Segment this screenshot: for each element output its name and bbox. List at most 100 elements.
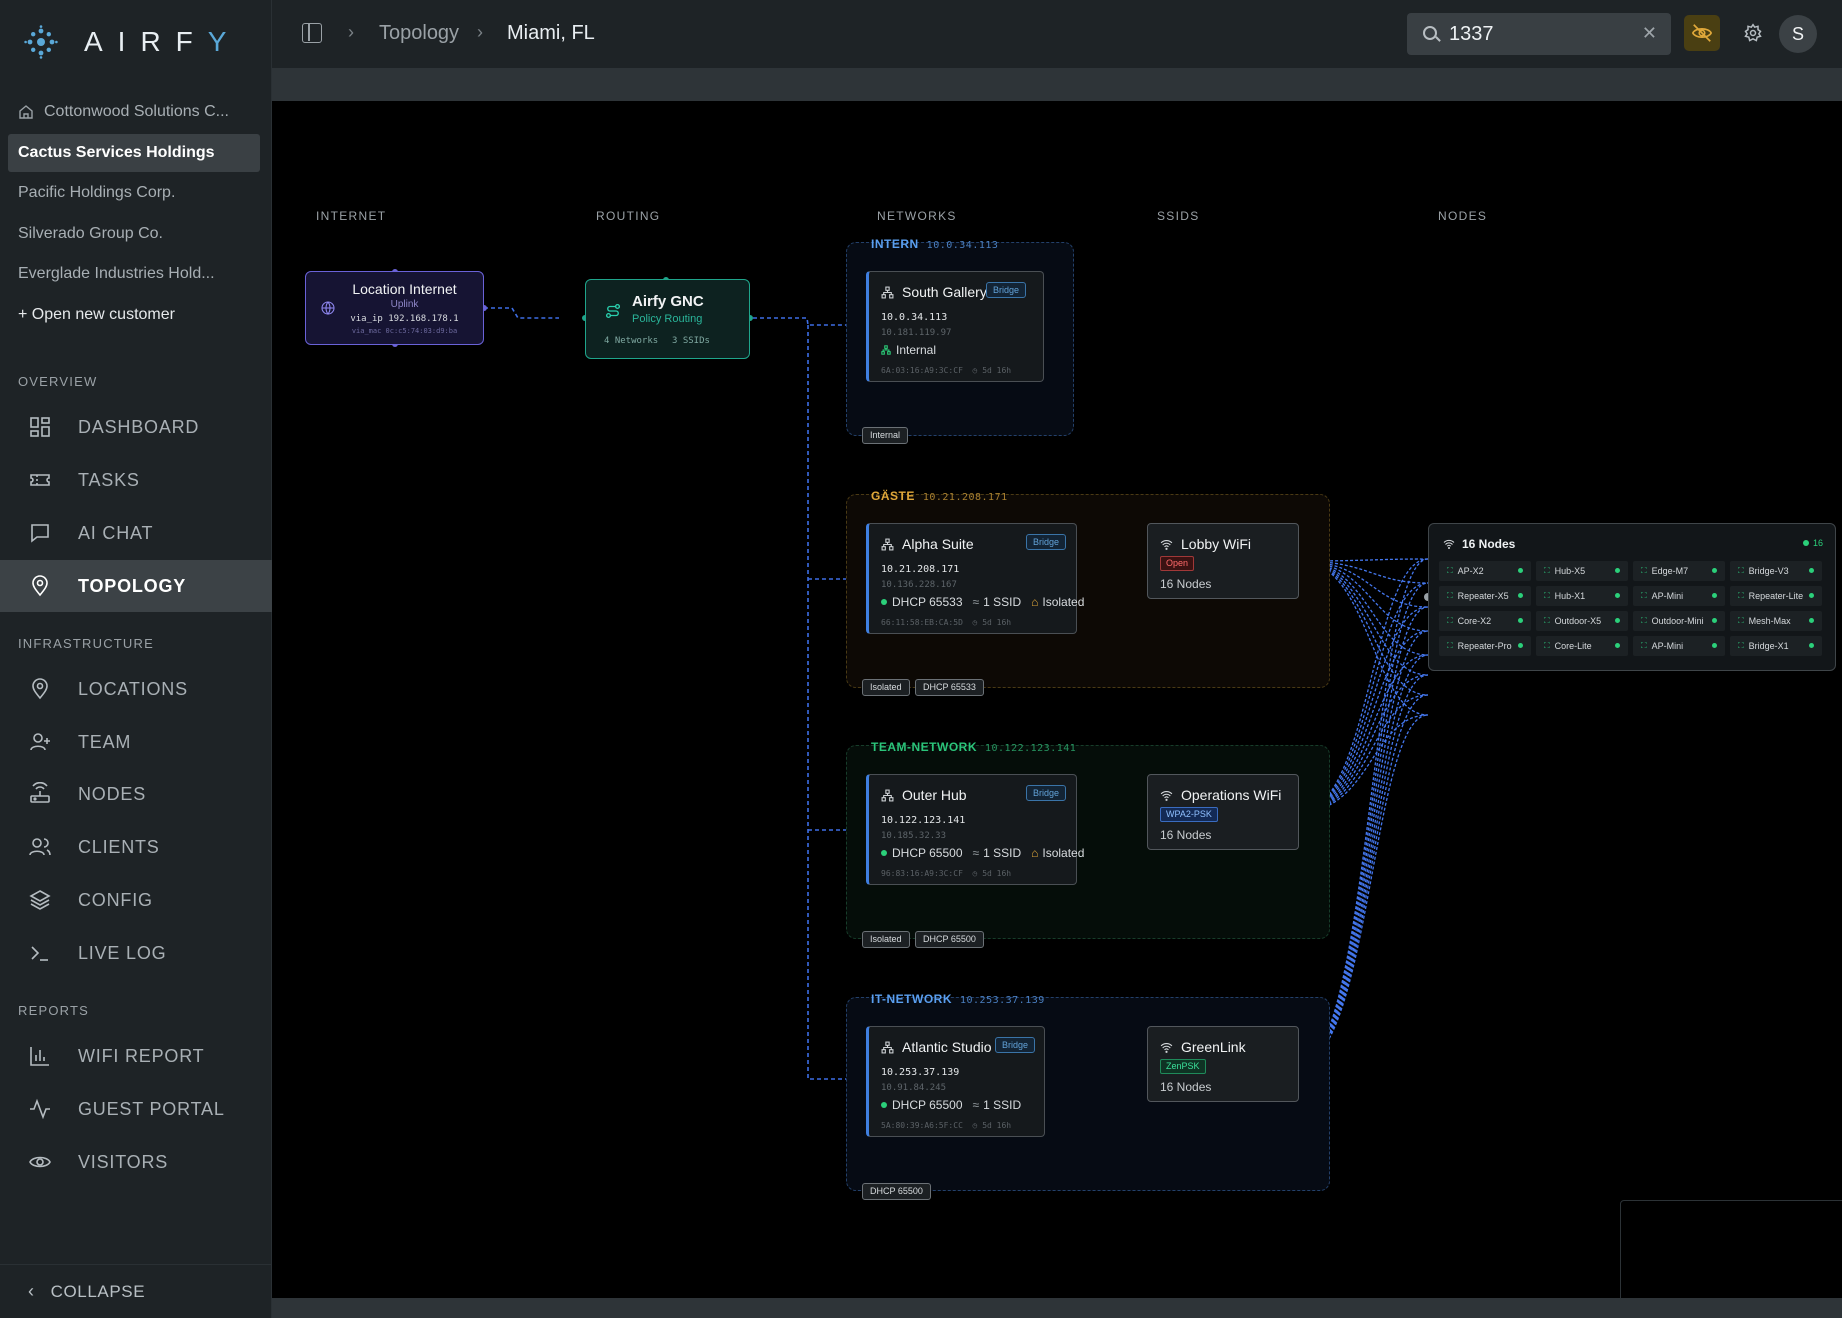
airfy-gnc-node[interactable]: Airfy GNC Policy Routing 4 Networks 3 SS…: [585, 279, 750, 359]
wifi-icon: ≈: [972, 1098, 980, 1112]
node-item[interactable]: ⛶ AP-Mini: [1633, 636, 1725, 656]
group-tag-dhcp: DHCP 65500: [862, 1183, 931, 1200]
nav-clients[interactable]: CLIENTS: [0, 821, 272, 873]
node-name: Repeater-Lite: [1748, 591, 1804, 601]
nav-config[interactable]: CONFIG: [0, 874, 272, 926]
nodes-panel[interactable]: 16 Nodes 16 ⛶ AP-X2 ⛶ Hub-X5 ⛶ Edge-M7 ⛶ Bridge…: [1428, 523, 1836, 671]
search-input[interactable]: [1449, 21, 1629, 47]
network-name: Outer Hub: [902, 787, 967, 803]
node-icon: ⛶: [1738, 641, 1744, 650]
node-item[interactable]: ⛶ AP-X2: [1439, 561, 1531, 581]
node-item[interactable]: ⛶ Bridge-X1: [1730, 636, 1822, 656]
clock-icon: ◷: [972, 869, 978, 878]
app-logo[interactable]: AIRFY: [24, 22, 241, 62]
network-name: Alpha Suite: [902, 536, 974, 552]
node-item[interactable]: ⛶ Bridge-V3: [1730, 561, 1822, 581]
ssid-card-operations-wifi[interactable]: Operations WiFi WPA2-PSK 16 Nodes: [1147, 774, 1299, 850]
node-item[interactable]: ⛶ Edge-M7: [1633, 561, 1725, 581]
dashboard-icon: [30, 417, 50, 437]
user-plus-icon: [30, 733, 50, 751]
topology-canvas[interactable]: INTERNET ROUTING NETWORKS SSIDS NODES Lo…: [272, 101, 1842, 1298]
node-item[interactable]: ⛶ Repeater-X5: [1439, 586, 1531, 606]
nav-locations[interactable]: LOCATIONS: [0, 663, 272, 715]
network-card-alpha-suite[interactable]: Alpha Suite Bridge 10.21.208.171 10.136.…: [866, 523, 1084, 634]
nav-topology[interactable]: TOPOLOGY: [0, 560, 272, 612]
node-item[interactable]: ⛶ Core-Lite: [1536, 636, 1628, 656]
ssid-card-lobby-wifi[interactable]: Lobby WiFi Open 16 Nodes: [1147, 523, 1299, 599]
node-name: AP-Mini: [1651, 591, 1684, 601]
node-status-dot: [1712, 568, 1717, 573]
network-mac: 96:83:16:A9:3C:CF: [881, 869, 963, 878]
nav-nodes[interactable]: NODES: [0, 768, 272, 820]
ssid-name: Lobby WiFi: [1181, 536, 1252, 552]
nav-team[interactable]: TEAM: [0, 716, 272, 768]
network-secondary-ip: 10.91.84.245: [881, 1083, 947, 1093]
horizontal-scrollbar[interactable]: [272, 1298, 1842, 1318]
node-item[interactable]: ⛶ Repeater-Lite: [1730, 586, 1822, 606]
node-icon: ⛶: [1447, 641, 1453, 650]
node-item[interactable]: ⛶ Outdoor-Mini: [1633, 611, 1725, 631]
ticket-icon: [30, 474, 50, 486]
node-name: Hub-X1: [1554, 591, 1586, 601]
customer-item-cactus[interactable]: Cactus Services Holdings: [8, 134, 260, 172]
status-dot: [881, 599, 887, 605]
status-dot: [881, 1102, 887, 1108]
group-tag-dhcp: DHCP 65500: [915, 931, 984, 948]
nav-guest-portal[interactable]: GUEST PORTAL: [0, 1083, 272, 1135]
node-item[interactable]: ⛶ AP-Mini: [1633, 586, 1725, 606]
collapse-sidebar-button[interactable]: ‹ COLLAPSE: [0, 1264, 272, 1318]
customer-item-pacific[interactable]: Pacific Holdings Corp.: [8, 174, 260, 212]
node-name: AP-Mini: [1651, 641, 1684, 651]
nav-live-log[interactable]: LIVE LOG: [0, 927, 272, 979]
nav-tasks[interactable]: TASKS: [0, 454, 272, 506]
location-pin-icon: [32, 678, 48, 700]
node-item[interactable]: ⛶ Hub-X1: [1536, 586, 1628, 606]
node-status-dot: [1615, 593, 1620, 598]
customer-item-everglade[interactable]: Everglade Industries Hold...: [8, 255, 260, 293]
node-name: Mesh-Max: [1748, 616, 1791, 626]
user-avatar[interactable]: S: [1779, 15, 1817, 53]
node-item[interactable]: ⛶ Repeater-Pro: [1439, 636, 1531, 656]
node-item[interactable]: ⛶ Mesh-Max: [1730, 611, 1822, 631]
sidebar-toggle-icon[interactable]: [302, 23, 322, 43]
nav-ai-chat[interactable]: AI CHAT: [0, 507, 272, 559]
customer-item-silverado[interactable]: Silverado Group Co.: [8, 215, 260, 253]
location-internet-node[interactable]: Location Internet Uplink via_ip 192.168.…: [305, 271, 484, 345]
clock-icon: ◷: [972, 618, 978, 627]
nodes-panel-title: 16 Nodes: [1462, 537, 1516, 551]
breadcrumb-topology[interactable]: Topology: [379, 22, 459, 45]
online-dot: [1802, 540, 1809, 546]
node-item[interactable]: ⛶ Outdoor-X5: [1536, 611, 1628, 631]
clock-icon: ◷: [972, 1121, 978, 1130]
node-status-dot: [1615, 643, 1620, 648]
node-name: Core-X2: [1457, 616, 1492, 626]
node-icon: ⛶: [1641, 566, 1647, 575]
search-box[interactable]: ✕: [1407, 13, 1671, 55]
ssid-security-badge: WPA2-PSK: [1160, 807, 1218, 822]
network-card-south-gallery[interactable]: South Gallery Bridge 10.0.34.113 10.181.…: [866, 271, 1044, 382]
node-item[interactable]: ⛶ Core-X2: [1439, 611, 1531, 631]
network-small-icon: [881, 345, 891, 355]
ssid-security-badge: ZenPSK: [1160, 1059, 1206, 1074]
open-new-customer-link[interactable]: + Open new customer: [8, 296, 260, 334]
dhcp-info: DHCP 65500: [892, 846, 963, 860]
group-title-it: IT-NETWORK 10.253.37.139: [871, 992, 1045, 1006]
nav-dashboard[interactable]: DASHBOARD: [0, 401, 272, 453]
isolated-label: Isolated: [1042, 595, 1085, 609]
clear-search-icon[interactable]: ✕: [1642, 23, 1657, 44]
minimap[interactable]: [1620, 1200, 1842, 1298]
dhcp-info: DHCP 65500: [892, 1098, 963, 1112]
network-card-outer-hub[interactable]: Outer Hub Bridge 10.122.123.141 10.185.3…: [866, 774, 1084, 885]
node-status-dot: [1809, 643, 1814, 648]
node-item[interactable]: ⛶ Hub-X5: [1536, 561, 1628, 581]
settings-button[interactable]: [1737, 17, 1769, 49]
internet-via-mac: via_mac 0c:c5:74:03:d9:ba: [351, 327, 458, 335]
ssid-card-greenlink[interactable]: GreenLink ZenPSK 16 Nodes: [1147, 1026, 1299, 1102]
network-type: Internal: [896, 343, 937, 357]
node-icon: ⛶: [1738, 566, 1744, 575]
hide-sensitive-toggle[interactable]: [1684, 15, 1720, 51]
nav-wifi-report[interactable]: WIFI REPORT: [0, 1030, 272, 1082]
network-card-atlantic-studio[interactable]: Atlantic Studio Bridge 10.253.37.139 10.…: [866, 1026, 1045, 1137]
nav-visitors[interactable]: VISITORS: [0, 1136, 272, 1188]
customer-item-cottonwood[interactable]: Cottonwood Solutions C...: [8, 93, 260, 131]
